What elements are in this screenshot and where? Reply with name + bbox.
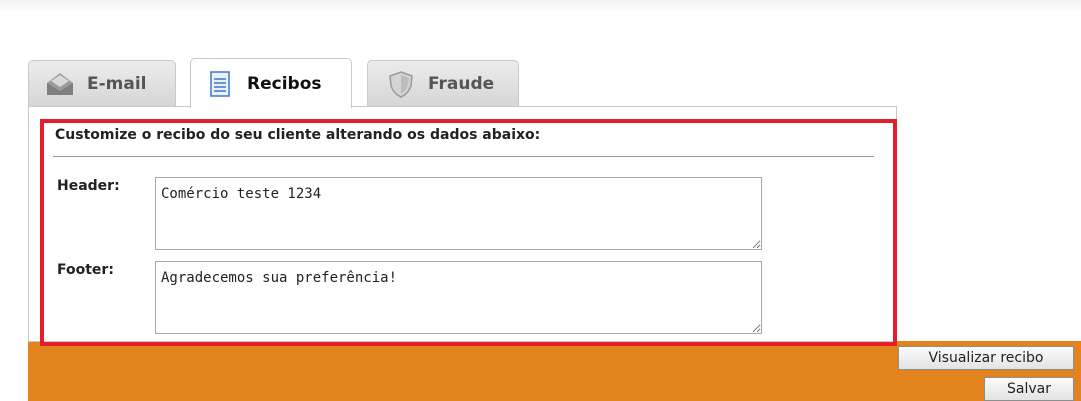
receipt-icon [205, 69, 235, 99]
tab-fraude-label: Fraude [428, 73, 495, 94]
email-icon [45, 69, 75, 99]
highlight-box [40, 119, 897, 346]
tab-email-label: E-mail [87, 73, 147, 94]
tab-recibos-label: Recibos [247, 73, 322, 94]
tab-fraude[interactable]: Fraude [367, 60, 519, 106]
tab-email[interactable]: E-mail [28, 60, 176, 106]
shield-icon [386, 69, 416, 99]
preview-receipt-button[interactable]: Visualizar recibo [898, 346, 1074, 370]
save-button[interactable]: Salvar [984, 377, 1074, 401]
tab-recibos[interactable]: Recibos [190, 58, 352, 108]
top-strip [0, 0, 1081, 12]
